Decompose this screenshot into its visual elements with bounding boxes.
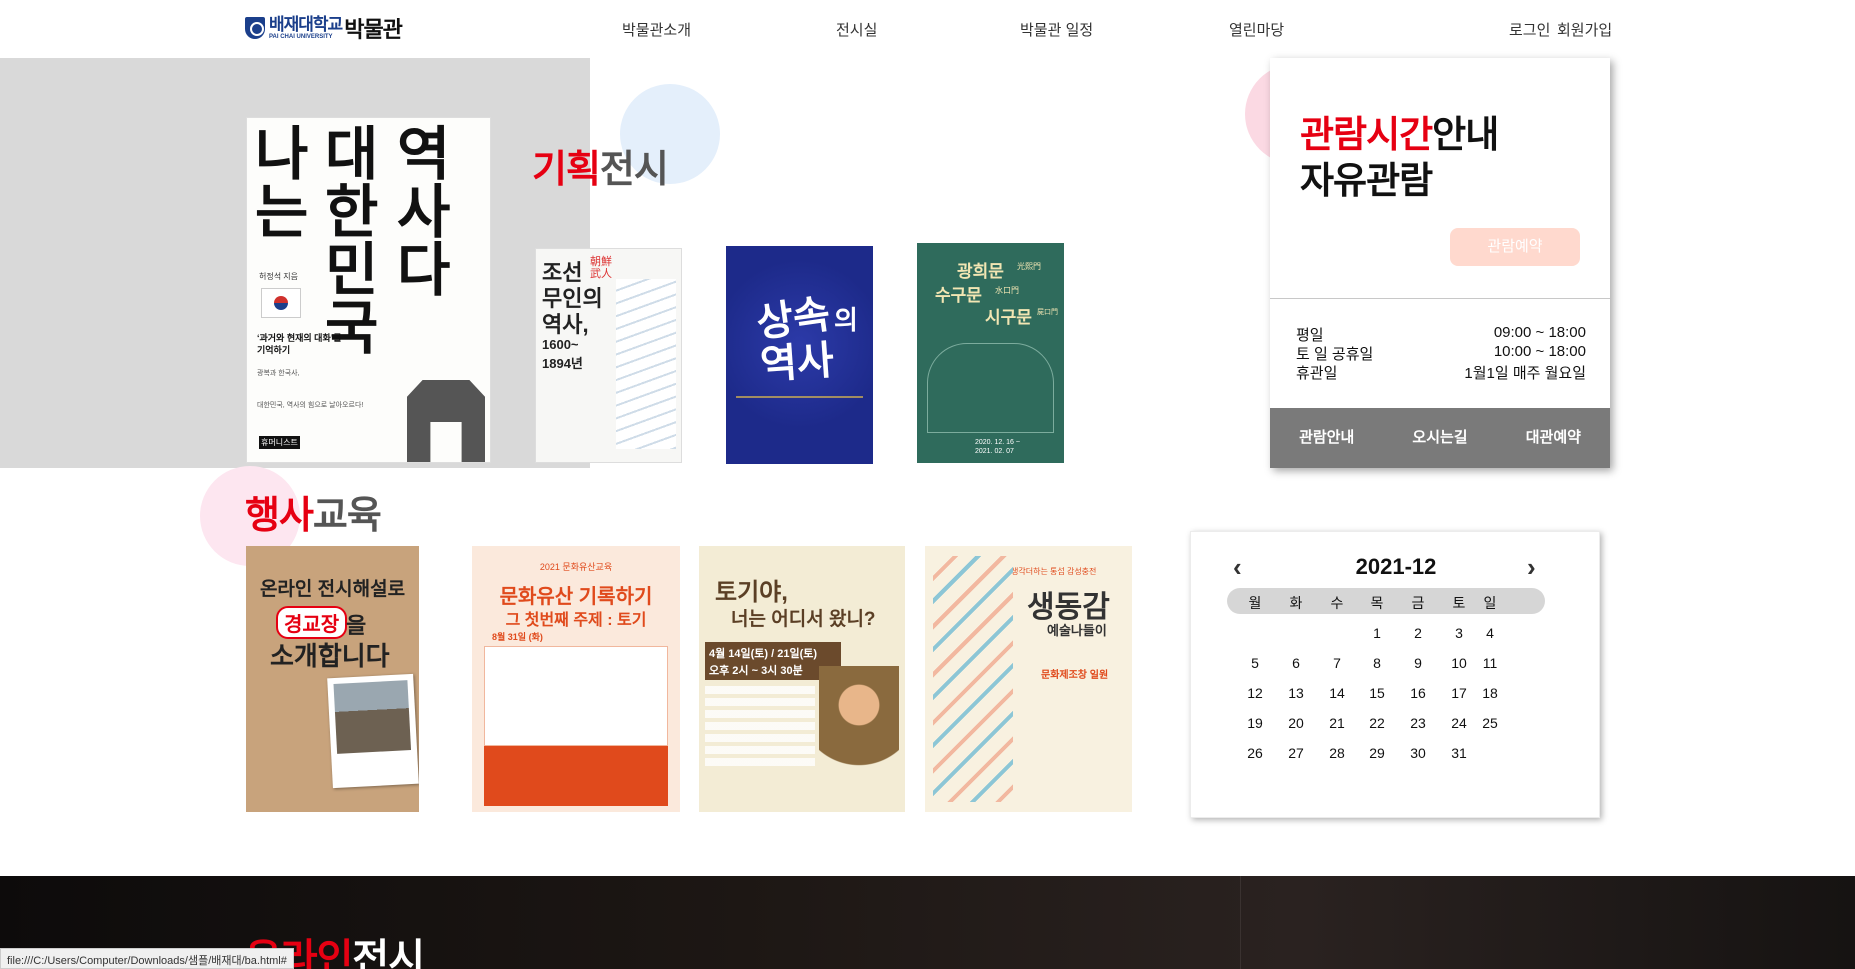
calendar-day[interactable]: 12 (1240, 685, 1270, 701)
event-calendar: ‹ 2021-12 › 월 화 수 목 금 토 일 1 2 3 4 5 6 7 8 9 10 11 12 13 14 15… (1190, 531, 1600, 818)
events-section-title: 행사교육 (245, 495, 382, 537)
info-tab-bar: 관람안내 오시는길 대관예약 (1270, 408, 1610, 468)
logo-university-name-en: PAI CHAI UNIVERSITY (269, 34, 333, 40)
book-title-char: 한 (325, 180, 379, 245)
dancing-figures-image (933, 556, 1013, 802)
calendar-weekday: 월 (1248, 595, 1262, 611)
calendar-day[interactable]: 20 (1281, 715, 1311, 731)
nav-open-forum[interactable]: 열린마당 (1229, 19, 1284, 40)
calendar-day[interactable]: 22 (1362, 715, 1392, 731)
site-logo[interactable]: 배재대학교 PAI CHAI UNIVERSITY 박물관 (245, 12, 403, 44)
calendar-day[interactable]: 2 (1403, 625, 1433, 641)
site-header: 배재대학교 PAI CHAI UNIVERSITY 박물관 박물관소개 전시실 … (0, 0, 1855, 58)
ornament-pattern-image (736, 396, 863, 452)
calendar-day[interactable]: 4 (1475, 625, 1505, 641)
book-title-char: 다 (397, 238, 451, 303)
nav-exhibition-hall[interactable]: 전시실 (836, 19, 877, 40)
event-poster-pottery[interactable]: 토기야, 너는 어디서 왔니? 4월 14일(토) / 21일(토) 오후 2시… (699, 546, 905, 812)
calendar-day[interactable]: 13 (1281, 685, 1311, 701)
calendar-day[interactable]: 25 (1475, 715, 1505, 731)
book-author: 허정석 지음 (259, 272, 299, 281)
event-photo-image (484, 746, 668, 806)
calendar-day[interactable]: 19 (1240, 715, 1270, 731)
calendar-day[interactable]: 21 (1322, 715, 1352, 731)
exhibition-section-title: 기획전시 (532, 149, 669, 191)
book-description: 대한민국, 역사의 힘으로 날아오르다! (257, 402, 364, 409)
nav-museum-intro[interactable]: 박물관소개 (622, 19, 691, 40)
calendar-day[interactable]: 24 (1444, 715, 1474, 731)
calendar-day[interactable]: 31 (1444, 745, 1474, 761)
book-title-char: 는 (255, 180, 309, 245)
event-details-box (705, 686, 815, 766)
book-title-char: 나 (255, 122, 309, 187)
browser-status-url: file:///C:/Users/Computer/Downloads/샘플/배… (0, 948, 294, 969)
chevron-right-icon[interactable]: › (1527, 552, 1536, 583)
calendar-weekday: 일 (1483, 595, 1497, 611)
gate-drawing-image (927, 343, 1054, 433)
gyeonggyojang-photo-image (333, 680, 412, 754)
nav-signup[interactable]: 회원가입 (1557, 19, 1612, 40)
calendar-day[interactable]: 8 (1362, 655, 1392, 671)
exhibition-poster-gwanghuimun[interactable]: 광희문 光熙門 수구문 水口門 시구문 屍口門 2020. 12. 16 ~ 2… (917, 243, 1064, 463)
calendar-day[interactable]: 14 (1322, 685, 1352, 701)
calendar-weekday: 수 (1330, 595, 1344, 611)
book-title-char: 사 (397, 180, 451, 245)
event-poster-online-tour[interactable]: 온라인 전시해설로 경교장 을 소개합니다 (246, 546, 419, 812)
explorer-character-image (819, 666, 899, 796)
calendar-day[interactable]: 6 (1281, 655, 1311, 671)
event-poster-art-outing[interactable]: 생각더하는 통섭 감성충전 생동감 예술나들이 문화제조창 일원 (925, 546, 1132, 812)
calendar-day[interactable]: 10 (1444, 655, 1474, 671)
calendar-day[interactable]: 17 (1444, 685, 1474, 701)
event-details-box (484, 646, 668, 746)
event-poster-heritage-record[interactable]: 2021 문화유산교육 문화유산 기록하기 그 첫번째 주제 : 토기 8월 3… (472, 546, 680, 812)
visiting-hours-card: 관람시간안내 자유관람 관람예약 평일 09:00 ~ 18:00 토 일 공휴일… (1270, 58, 1610, 468)
hours-row-weekend: 토 일 공휴일 10:00 ~ 18:00 (1296, 343, 1586, 363)
calendar-day[interactable]: 5 (1240, 655, 1270, 671)
korean-flag-icon (261, 288, 301, 318)
tab-directions[interactable]: 오시는길 (1383, 408, 1496, 468)
calendar-day[interactable]: 3 (1444, 625, 1474, 641)
warrior-illustration-image (616, 279, 676, 449)
calendar-weekday: 토 (1452, 595, 1466, 611)
logo-university-name: 배재대학교 (269, 15, 343, 34)
exhibition-poster-inheritance-history[interactable]: 상속 의 역사 (726, 246, 873, 464)
calendar-day[interactable]: 7 (1322, 655, 1352, 671)
visit-reservation-button[interactable]: 관람예약 (1450, 228, 1580, 266)
calendar-day[interactable]: 11 (1475, 655, 1505, 671)
logo-museum-name: 박물관 (344, 17, 403, 42)
calendar-day[interactable]: 27 (1281, 745, 1311, 761)
nav-login[interactable]: 로그인 (1509, 19, 1550, 40)
hours-row-weekday: 평일 09:00 ~ 18:00 (1296, 324, 1586, 344)
tab-venue-rental[interactable]: 대관예약 (1497, 408, 1610, 468)
book-title-char: 대 (325, 122, 379, 187)
book-title-char: 역 (397, 122, 451, 187)
calendar-day[interactable]: 29 (1362, 745, 1392, 761)
calendar-day[interactable]: 26 (1240, 745, 1270, 761)
free-admission-label: 자유관람 (1300, 160, 1433, 201)
hours-row-closed: 휴관일 1월1일 매주 월요일 (1296, 365, 1586, 382)
calendar-day[interactable]: 30 (1403, 745, 1433, 761)
tab-visit-guide[interactable]: 관람안내 (1270, 408, 1383, 468)
calendar-day[interactable]: 9 (1403, 655, 1433, 671)
nav-museum-schedule[interactable]: 박물관 일정 (1020, 19, 1093, 40)
calendar-day[interactable]: 1 (1362, 625, 1392, 641)
featured-book-poster[interactable]: 역 대 나 사 한 는 다 민 국 허정석 지음 ‘과거와 현재의 대화’를 기… (246, 117, 491, 463)
book-title-char: 민 (325, 238, 379, 303)
calendar-day[interactable]: 23 (1403, 715, 1433, 731)
calendar-day[interactable]: 18 (1475, 685, 1505, 701)
calendar-weekday: 화 (1289, 595, 1303, 611)
book-description: 광복과 한국사, (257, 370, 300, 377)
calendar-month-label: 2021-12 (1355, 554, 1437, 579)
divider (1270, 298, 1610, 299)
calendar-day[interactable]: 28 (1322, 745, 1352, 761)
independence-gate-image (407, 380, 485, 462)
calendar-weekday: 목 (1370, 595, 1384, 611)
university-emblem-icon (245, 17, 265, 39)
calendar-day[interactable]: 16 (1403, 685, 1433, 701)
calendar-day[interactable]: 15 (1362, 685, 1392, 701)
book-publisher: 휴머니스트 (259, 436, 300, 449)
exhibition-poster-joseon-warrior[interactable]: 조선 朝鮮 武人 무인의 역사, 1600~ 1894년 (535, 248, 682, 463)
calendar-weekday: 금 (1411, 595, 1425, 611)
book-subtitle: ‘과거와 현재의 대화’를 기억하기 (257, 333, 342, 355)
